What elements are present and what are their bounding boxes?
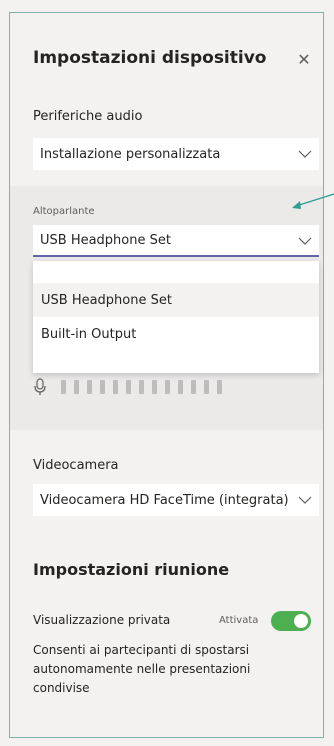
toggle-knob: [294, 614, 308, 628]
mic-level-bar: [165, 380, 170, 394]
meeting-settings-title: Impostazioni riunione: [33, 560, 230, 579]
speaker-dropdown[interactable]: USB Headphone Set: [33, 225, 319, 257]
mic-level-bar: [126, 380, 131, 394]
audio-devices-value: Installazione personalizzata: [40, 146, 221, 162]
camera-value: Videocamera HD FaceTime (integrata): [40, 492, 289, 508]
camera-label: Videocamera: [33, 458, 119, 473]
close-button[interactable]: ✕: [293, 48, 315, 70]
chevron-down-icon: [298, 237, 312, 245]
mic-level-bar: [61, 380, 66, 394]
private-view-state: Attivata: [219, 615, 259, 626]
mic-level-bar: [178, 380, 183, 394]
camera-dropdown[interactable]: Videocamera HD FaceTime (integrata): [33, 484, 319, 516]
mic-level-bar: [74, 380, 79, 394]
private-view-description: Consenti ai partecipanti di spostarsi au…: [33, 643, 251, 695]
chevron-down-icon: [298, 150, 312, 158]
close-icon: ✕: [297, 49, 311, 69]
mic-level-bar: [191, 380, 196, 394]
panel-header: Impostazioni dispositivo ✕: [33, 48, 315, 78]
microphone-icon: [34, 378, 46, 395]
audio-devices-label: Periferiche audio: [33, 109, 143, 124]
private-view-toggle[interactable]: [271, 611, 311, 631]
mic-level-bar: [204, 380, 209, 394]
speaker-option-built-in[interactable]: Built-in Output: [33, 317, 319, 351]
speaker-option-usb[interactable]: USB Headphone Set: [33, 283, 319, 317]
mic-level-bar: [100, 380, 105, 394]
speaker-value: USB Headphone Set: [40, 232, 171, 248]
mic-level-bar: [139, 380, 144, 394]
private-view-label: Visualizzazione privata: [33, 613, 171, 627]
mic-level-bar: [87, 380, 92, 394]
menu-spacer: [33, 261, 319, 283]
audio-devices-dropdown[interactable]: Installazione personalizzata: [33, 138, 319, 170]
chevron-down-icon: [298, 496, 312, 504]
mic-level-meter: [33, 376, 253, 400]
mic-level-bar: [217, 380, 222, 394]
speaker-label: Altoparlante: [33, 206, 95, 217]
mic-level-bars: [61, 380, 222, 394]
private-view-row: Visualizzazione privata Attivata: [33, 611, 315, 633]
mic-level-bar: [113, 380, 118, 394]
mic-level-bar: [152, 380, 157, 394]
panel-title: Impostazioni dispositivo: [33, 48, 267, 68]
speaker-options-menu: USB Headphone Set Built-in Output: [33, 261, 319, 373]
annotation-arrow-icon: [292, 193, 334, 209]
